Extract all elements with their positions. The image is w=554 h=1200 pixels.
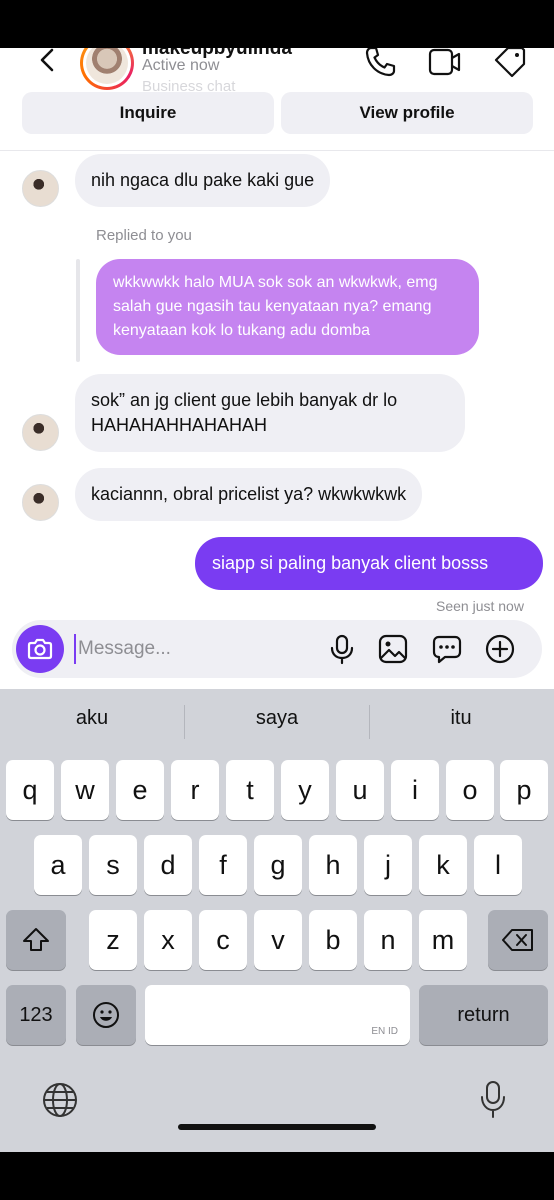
globe-icon[interactable] <box>42 1082 78 1118</box>
text-caret <box>74 634 76 664</box>
camera-button[interactable] <box>16 625 64 673</box>
sender-avatar[interactable] <box>22 170 59 207</box>
suggestion-divider <box>369 705 370 739</box>
key[interactable]: y <box>281 760 329 820</box>
key[interactable]: s <box>89 835 137 895</box>
key[interactable]: j <box>364 835 412 895</box>
key[interactable]: h <box>309 835 357 895</box>
view-profile-button[interactable]: View profile <box>281 92 533 134</box>
incoming-message[interactable]: nih ngaca dlu pake kaki gue <box>75 154 331 207</box>
key[interactable]: a <box>34 835 82 895</box>
suggestion-item[interactable]: itu <box>386 707 536 730</box>
outgoing-message[interactable]: siapp si paling banyak client bosss <box>195 537 543 590</box>
inquire-button[interactable]: Inquire <box>22 92 274 134</box>
dictation-microphone-icon[interactable] <box>478 1079 508 1119</box>
profile-avatar[interactable] <box>80 48 134 90</box>
key[interactable]: e <box>116 760 164 820</box>
video-call-icon[interactable] <box>426 48 462 80</box>
return-key[interactable]: return <box>419 985 548 1045</box>
key[interactable]: l <box>474 835 522 895</box>
microphone-icon[interactable] <box>326 633 358 665</box>
emoji-key[interactable] <box>76 985 136 1045</box>
seen-status: Seen just now <box>436 598 524 614</box>
reply-indicator-bar <box>76 259 80 362</box>
replied-to-you-label: Replied to you <box>96 227 192 244</box>
add-plus-icon[interactable] <box>484 633 516 665</box>
shift-arrow-icon <box>23 928 49 951</box>
suggestion-divider <box>184 705 185 739</box>
chat-header: makeupbyulinda Active now Business chat … <box>0 48 554 148</box>
key[interactable]: x <box>144 910 192 970</box>
header-divider <box>0 150 554 151</box>
key[interactable]: v <box>254 910 302 970</box>
bottom-black-bar <box>0 1152 554 1200</box>
back-chevron-icon[interactable] <box>34 48 62 76</box>
key[interactable]: g <box>254 835 302 895</box>
sticker-chat-icon[interactable] <box>431 633 463 665</box>
sender-avatar[interactable] <box>22 484 59 521</box>
incoming-message[interactable]: sok” an jg client gue lebih banyak dr lo… <box>75 374 465 452</box>
key[interactable]: p <box>500 760 548 820</box>
label-tag-icon[interactable] <box>492 48 528 80</box>
chat-screen: makeupbyulinda Active now Business chat … <box>0 48 554 1152</box>
home-indicator <box>178 1124 376 1130</box>
quoted-reply-message[interactable]: wkkwwkk halo MUA sok sok an wkwkwk, emg … <box>96 259 479 355</box>
key[interactable]: m <box>419 910 467 970</box>
incoming-message[interactable]: kaciannn, obral pricelist ya? wkwkwkwk <box>75 468 423 521</box>
shift-key[interactable] <box>6 910 66 970</box>
key[interactable]: t <box>226 760 274 820</box>
key[interactable]: k <box>419 835 467 895</box>
key[interactable]: c <box>199 910 247 970</box>
key[interactable]: f <box>199 835 247 895</box>
suggestion-item[interactable]: aku <box>17 707 167 730</box>
backspace-key[interactable] <box>488 910 548 970</box>
active-status: Active now <box>142 57 220 74</box>
message-input[interactable] <box>78 630 318 668</box>
key[interactable]: i <box>391 760 439 820</box>
key[interactable]: u <box>336 760 384 820</box>
gallery-image-icon[interactable] <box>377 633 409 665</box>
phone-icon[interactable] <box>362 48 398 80</box>
sender-avatar[interactable] <box>22 414 59 451</box>
key[interactable]: q <box>6 760 54 820</box>
emoji-icon <box>93 1002 119 1028</box>
status-bar <box>0 0 554 48</box>
key[interactable]: o <box>446 760 494 820</box>
key[interactable]: b <box>309 910 357 970</box>
camera-icon <box>27 638 53 660</box>
message-composer <box>12 620 542 678</box>
space-key[interactable]: EN ID <box>145 985 410 1045</box>
key[interactable]: r <box>171 760 219 820</box>
numbers-key[interactable]: 123 <box>6 985 66 1045</box>
suggestion-item[interactable]: saya <box>202 707 352 730</box>
backspace-icon <box>502 929 533 951</box>
ios-keyboard: aku saya itu q w e r t y u i o p a s d f… <box>0 689 554 1152</box>
key[interactable]: w <box>61 760 109 820</box>
key[interactable]: d <box>144 835 192 895</box>
key[interactable]: n <box>364 910 412 970</box>
key[interactable]: z <box>89 910 137 970</box>
